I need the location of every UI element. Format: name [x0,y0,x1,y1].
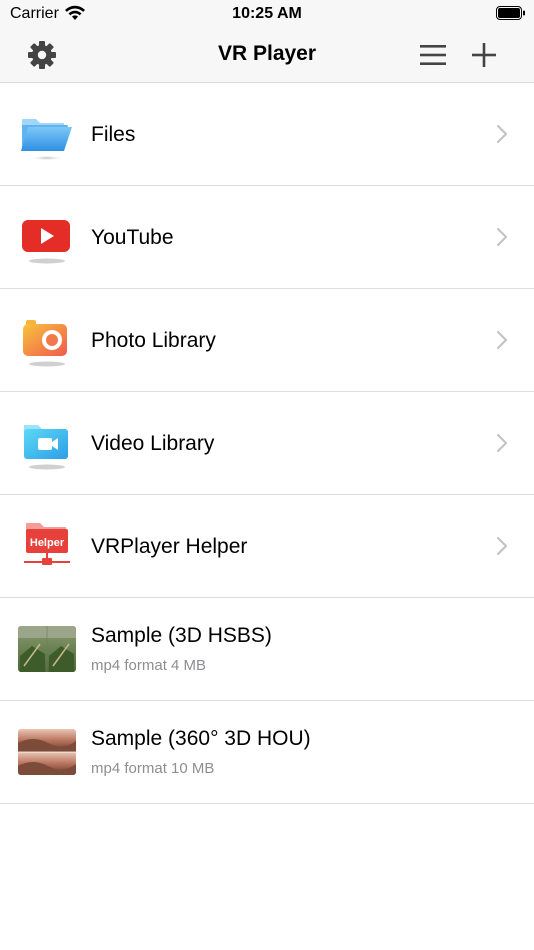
list-item-video-library[interactable]: Video Library [0,392,534,495]
camera-icon [23,320,67,367]
list-item-label: YouTube [91,226,174,249]
folder-icon [21,119,72,161]
plus-icon[interactable] [468,39,500,71]
helper-icon: Helper [24,523,70,565]
navigation-bar: VR Player [0,28,534,83]
chevron-right-icon [496,536,508,556]
video-thumbnail [18,626,76,672]
media-item-sample-360-hou[interactable]: Sample (360° 3D HOU) mp4 format 10 MB [0,701,534,804]
page-title: VR Player [217,42,317,65]
list-item-photo-library[interactable]: Photo Library [0,289,534,392]
source-list: Files YouTube Photo Library Video Librar… [0,83,534,804]
chevron-right-icon [496,330,508,350]
list-item-vrplayer-helper[interactable]: Helper VRPlayer Helper [0,495,534,598]
list-item-youtube[interactable]: YouTube [0,186,534,289]
media-item-sample-hsbs[interactable]: Sample (3D HSBS) mp4 format 4 MB [0,598,534,701]
chevron-right-icon [496,124,508,144]
media-subtitle: mp4 format 4 MB [91,657,207,674]
video-folder-icon [24,425,68,470]
helper-badge-text: Helper [30,537,65,549]
status-time: 10:25 AM [232,5,302,22]
chevron-right-icon [496,433,508,453]
media-title: Sample (3D HSBS) [91,624,272,647]
status-bar: Carrier 10:25 AM [0,0,534,28]
list-item-label: Files [91,123,136,146]
list-item-label: VRPlayer Helper [91,535,248,558]
menu-icon[interactable] [418,41,448,69]
media-subtitle: mp4 format 10 MB [91,760,215,777]
chevron-right-icon [496,227,508,247]
youtube-icon [22,220,70,264]
video-thumbnail [18,729,76,775]
media-title: Sample (360° 3D HOU) [91,727,311,750]
list-item-files[interactable]: Files [0,83,534,186]
list-item-label: Photo Library [91,329,216,352]
battery-icon [496,6,525,20]
list-item-label: Video Library [91,432,215,455]
